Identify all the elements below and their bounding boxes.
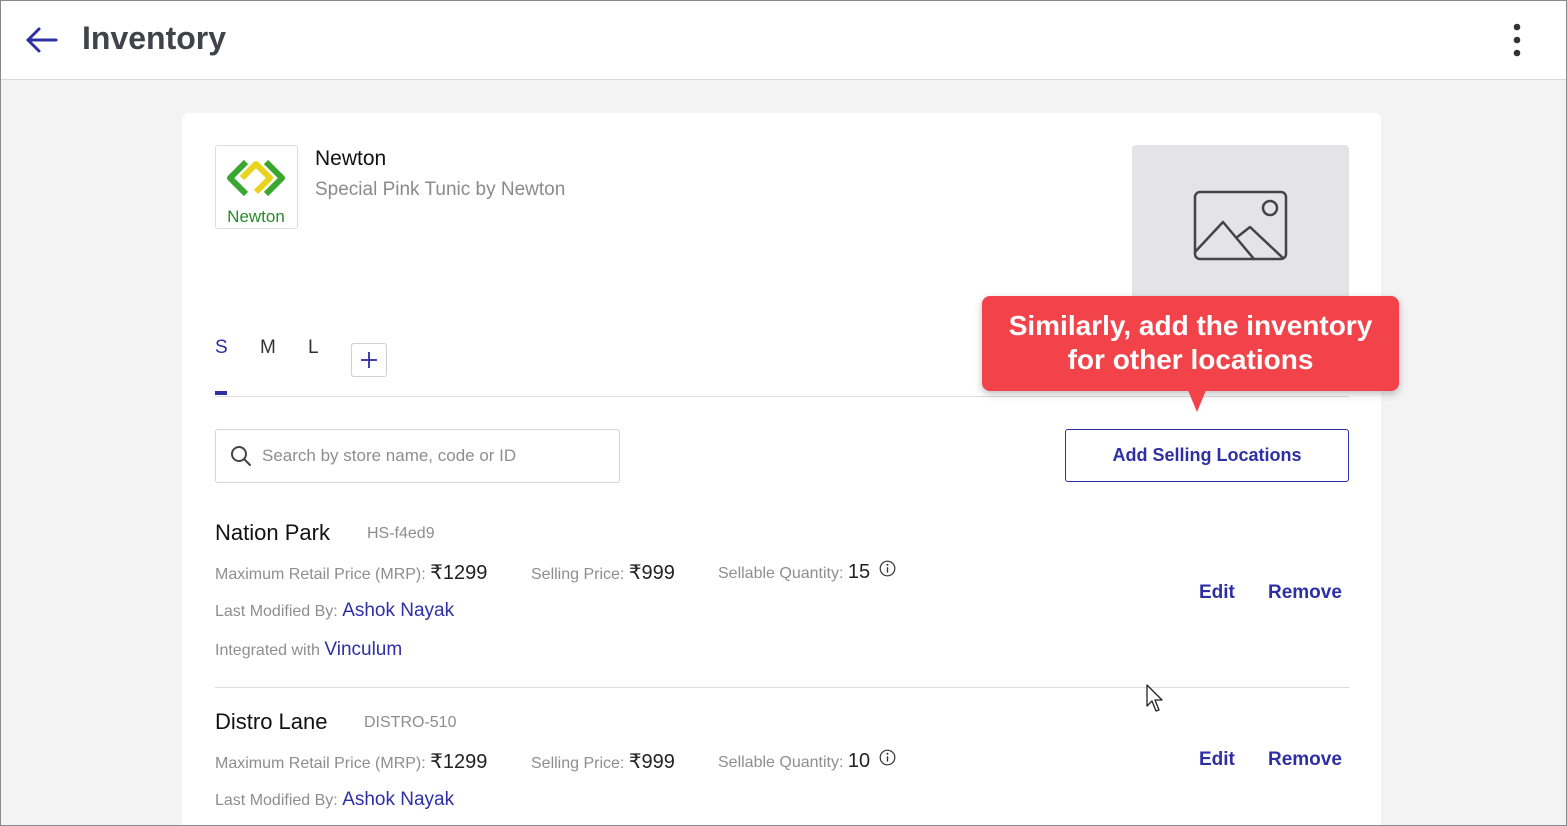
location-name: Nation Park — [215, 520, 330, 545]
last-modified-row: Last Modified By: Ashok Nayak — [215, 600, 454, 622]
sellable-qty-row: Sellable Quantity: 15 — [718, 560, 896, 584]
location-item: Distro Lane DISTRO-510 Maximum Retail Pr… — [215, 709, 1349, 819]
search-input[interactable] — [262, 430, 612, 482]
mrp-label: Maximum Retail Price (MRP): — [215, 566, 426, 583]
callout-line-2: for other locations — [1067, 344, 1314, 375]
location-code: HS-f4ed9 — [367, 525, 435, 542]
active-tab-indicator — [215, 391, 227, 395]
edit-button[interactable]: Edit — [1199, 749, 1235, 771]
inventory-card: Newton Newton Special Pink Tunic by Newt… — [182, 113, 1381, 826]
callout-pointer — [1187, 388, 1207, 412]
sellable-qty-value: 15 — [847, 561, 871, 583]
more-vertical-icon — [1513, 23, 1521, 57]
image-placeholder-icon — [1193, 190, 1288, 261]
divider — [215, 687, 1349, 688]
add-selling-locations-button[interactable]: Add Selling Locations — [1065, 429, 1349, 482]
remove-button[interactable]: Remove — [1268, 749, 1342, 771]
selling-price-row: Selling Price: ₹999 — [531, 560, 675, 585]
sellable-qty-row: Sellable Quantity: 10 — [718, 749, 896, 773]
info-icon[interactable] — [879, 560, 896, 577]
mouse-cursor-icon — [1146, 684, 1163, 712]
product-image-placeholder[interactable] — [1132, 145, 1349, 305]
location-code: DISTRO-510 — [364, 714, 457, 731]
tab-size-m[interactable]: M — [260, 337, 276, 359]
tab-size-l[interactable]: L — [308, 337, 319, 359]
price-row: Maximum Retail Price (MRP): ₹1299 — [215, 749, 487, 774]
integration-row: Integrated with Vinculum — [215, 639, 402, 661]
selling-price-value: ₹999 — [628, 562, 675, 584]
sellable-qty-value: 10 — [847, 750, 871, 772]
sellable-qty-label: Sellable Quantity: — [718, 754, 844, 771]
top-bar: Inventory — [0, 0, 1567, 80]
selling-price-value: ₹999 — [628, 751, 675, 773]
mrp-label: Maximum Retail Price (MRP): — [215, 755, 426, 772]
arrow-left-icon — [26, 27, 58, 53]
mrp-value: ₹1299 — [430, 751, 488, 773]
brand-logo: Newton — [215, 145, 298, 229]
price-row: Maximum Retail Price (MRP): ₹1299 — [215, 560, 487, 585]
selling-price-row: Selling Price: ₹999 — [531, 749, 675, 774]
sellable-qty-label: Sellable Quantity: — [718, 565, 844, 582]
selling-price-label: Selling Price: — [531, 566, 625, 583]
add-size-button[interactable] — [351, 343, 387, 377]
last-modified-row: Last Modified By: Ashok Nayak — [215, 789, 454, 811]
callout-line-1: Similarly, add the inventory — [1008, 310, 1373, 341]
back-button[interactable] — [24, 24, 60, 56]
info-icon[interactable] — [879, 749, 896, 766]
integrated-with-label: Integrated with — [215, 642, 320, 659]
edit-button[interactable]: Edit — [1199, 582, 1235, 604]
selling-price-label: Selling Price: — [531, 755, 625, 772]
search-field[interactable] — [215, 429, 620, 483]
search-icon — [231, 446, 251, 466]
last-modified-label: Last Modified By: — [215, 792, 338, 809]
page-title: Inventory — [82, 20, 227, 56]
location-name: Distro Lane — [215, 709, 328, 734]
brand-logo-text: Newton — [227, 207, 285, 226]
mrp-value: ₹1299 — [430, 562, 488, 584]
callout-tooltip: Similarly, add the inventory for other l… — [982, 296, 1399, 391]
brand-name: Newton — [315, 147, 387, 170]
product-name: Special Pink Tunic by Newton — [315, 179, 566, 200]
modified-by-link[interactable]: Ashok Nayak — [342, 600, 454, 621]
more-options-button[interactable] — [1506, 22, 1528, 58]
last-modified-label: Last Modified By: — [215, 603, 338, 620]
remove-button[interactable]: Remove — [1268, 582, 1342, 604]
plus-icon — [361, 352, 377, 368]
modified-by-link[interactable]: Ashok Nayak — [342, 789, 454, 810]
integration-link[interactable]: Vinculum — [324, 639, 402, 660]
tab-size-s[interactable]: S — [215, 337, 228, 359]
location-item: Nation Park HS-f4ed9 Maximum Retail Pric… — [215, 520, 1349, 690]
